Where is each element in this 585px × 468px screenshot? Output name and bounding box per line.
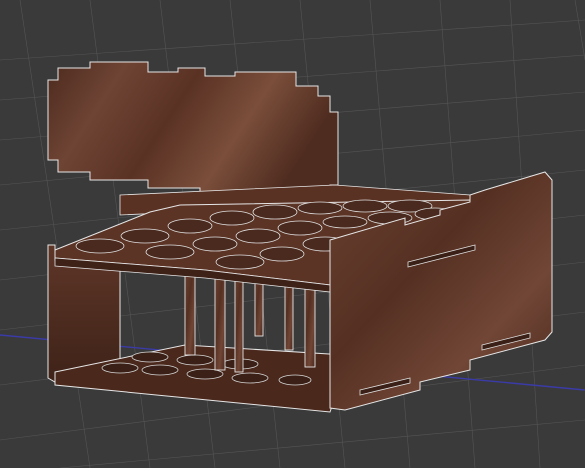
cad-viewport[interactable] (0, 0, 585, 468)
lid-panel[interactable] (47, 61, 339, 196)
